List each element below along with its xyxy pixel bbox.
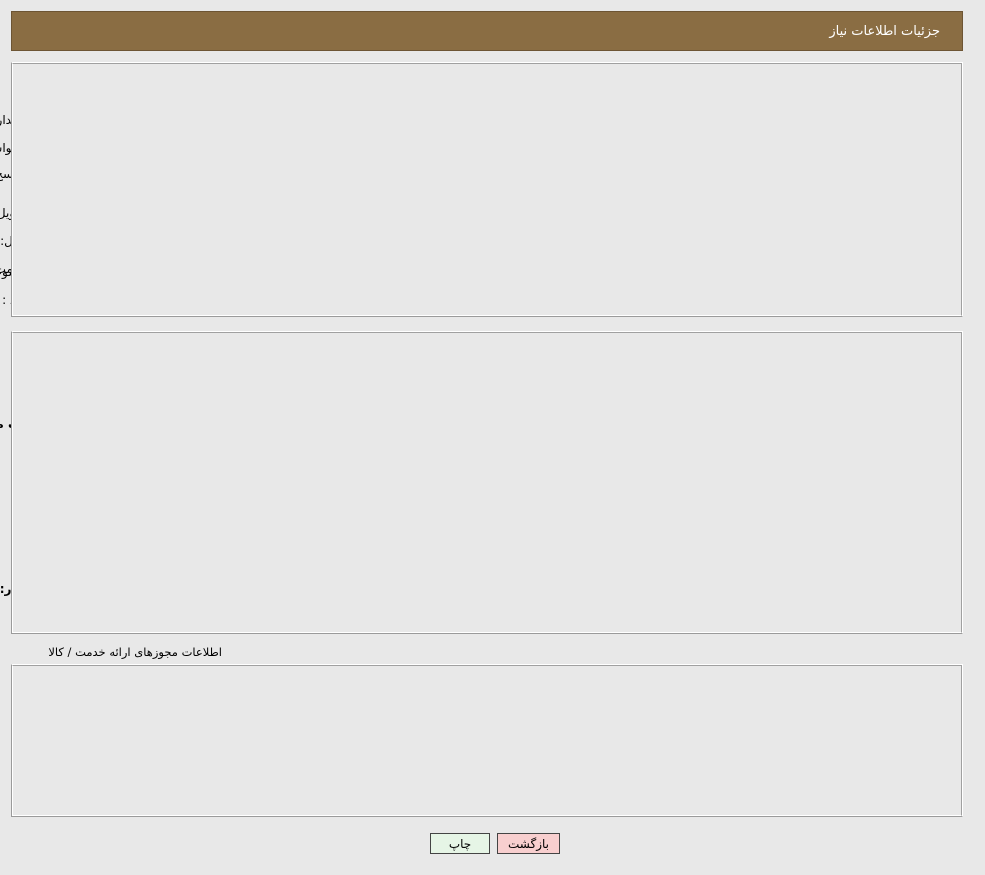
panel-bevel [12, 332, 962, 633]
permits-panel [11, 664, 963, 817]
page-title: جزئیات اطلاعات نیاز [829, 23, 940, 39]
need-info-panel [11, 62, 963, 317]
page-root: AriaTender.net جزئیات اطلاعات نیاز شماره… [0, 0, 985, 875]
panel-bevel [12, 665, 962, 816]
back-button[interactable]: بازگشت [497, 833, 560, 854]
page-header-bar: جزئیات اطلاعات نیاز [11, 11, 963, 51]
permits-section-title: اطلاعات مجوزهای ارائه خدمت / کالا [48, 645, 222, 659]
print-button[interactable]: چاپ [430, 833, 490, 854]
panel-bevel [12, 63, 962, 316]
need-detail-panel [11, 331, 963, 634]
